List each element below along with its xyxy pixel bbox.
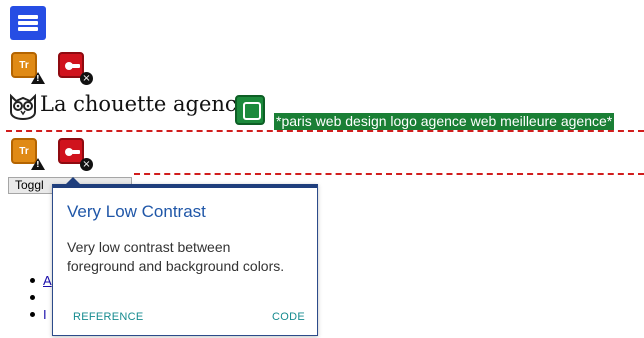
contrast-tooltip: Very Low Contrast Very low contrast betw… xyxy=(52,177,318,336)
alert-icon-label: Tr xyxy=(19,59,29,71)
tooltip-body: Very low contrast between foreground and… xyxy=(67,239,285,274)
alert-icon-2-label: Tr xyxy=(19,145,29,157)
list-item[interactable]: I xyxy=(30,306,52,323)
owl-logo-icon xyxy=(10,93,36,120)
list-item[interactable]: A xyxy=(30,272,52,289)
link-list: A I xyxy=(30,272,52,323)
tooltip-title: Very Low Contrast xyxy=(67,202,206,221)
linked-image-icon[interactable] xyxy=(235,95,265,125)
reference-link[interactable]: REFERENCE xyxy=(73,311,144,323)
toggle-button-label: Toggl xyxy=(15,178,44,192)
list-item-label: I xyxy=(43,307,47,322)
code-link[interactable]: CODE xyxy=(272,311,305,323)
tooltip-caret xyxy=(65,177,81,185)
dashed-divider-top xyxy=(6,130,644,132)
list-item-label: A xyxy=(43,273,52,288)
image-alt-text: *paris web design logo agence web meille… xyxy=(274,113,615,130)
brand-name: La chouette agence xyxy=(40,92,250,116)
dashed-divider-bottom xyxy=(134,173,644,175)
list-item[interactable] xyxy=(30,289,52,306)
warning-triangle-icon-2: ! xyxy=(31,158,45,170)
css3-badge-icon xyxy=(10,6,46,40)
warning-triangle-icon: ! xyxy=(31,72,45,84)
error-x-icon: × xyxy=(80,72,93,85)
error-x-icon-2: × xyxy=(80,158,93,171)
